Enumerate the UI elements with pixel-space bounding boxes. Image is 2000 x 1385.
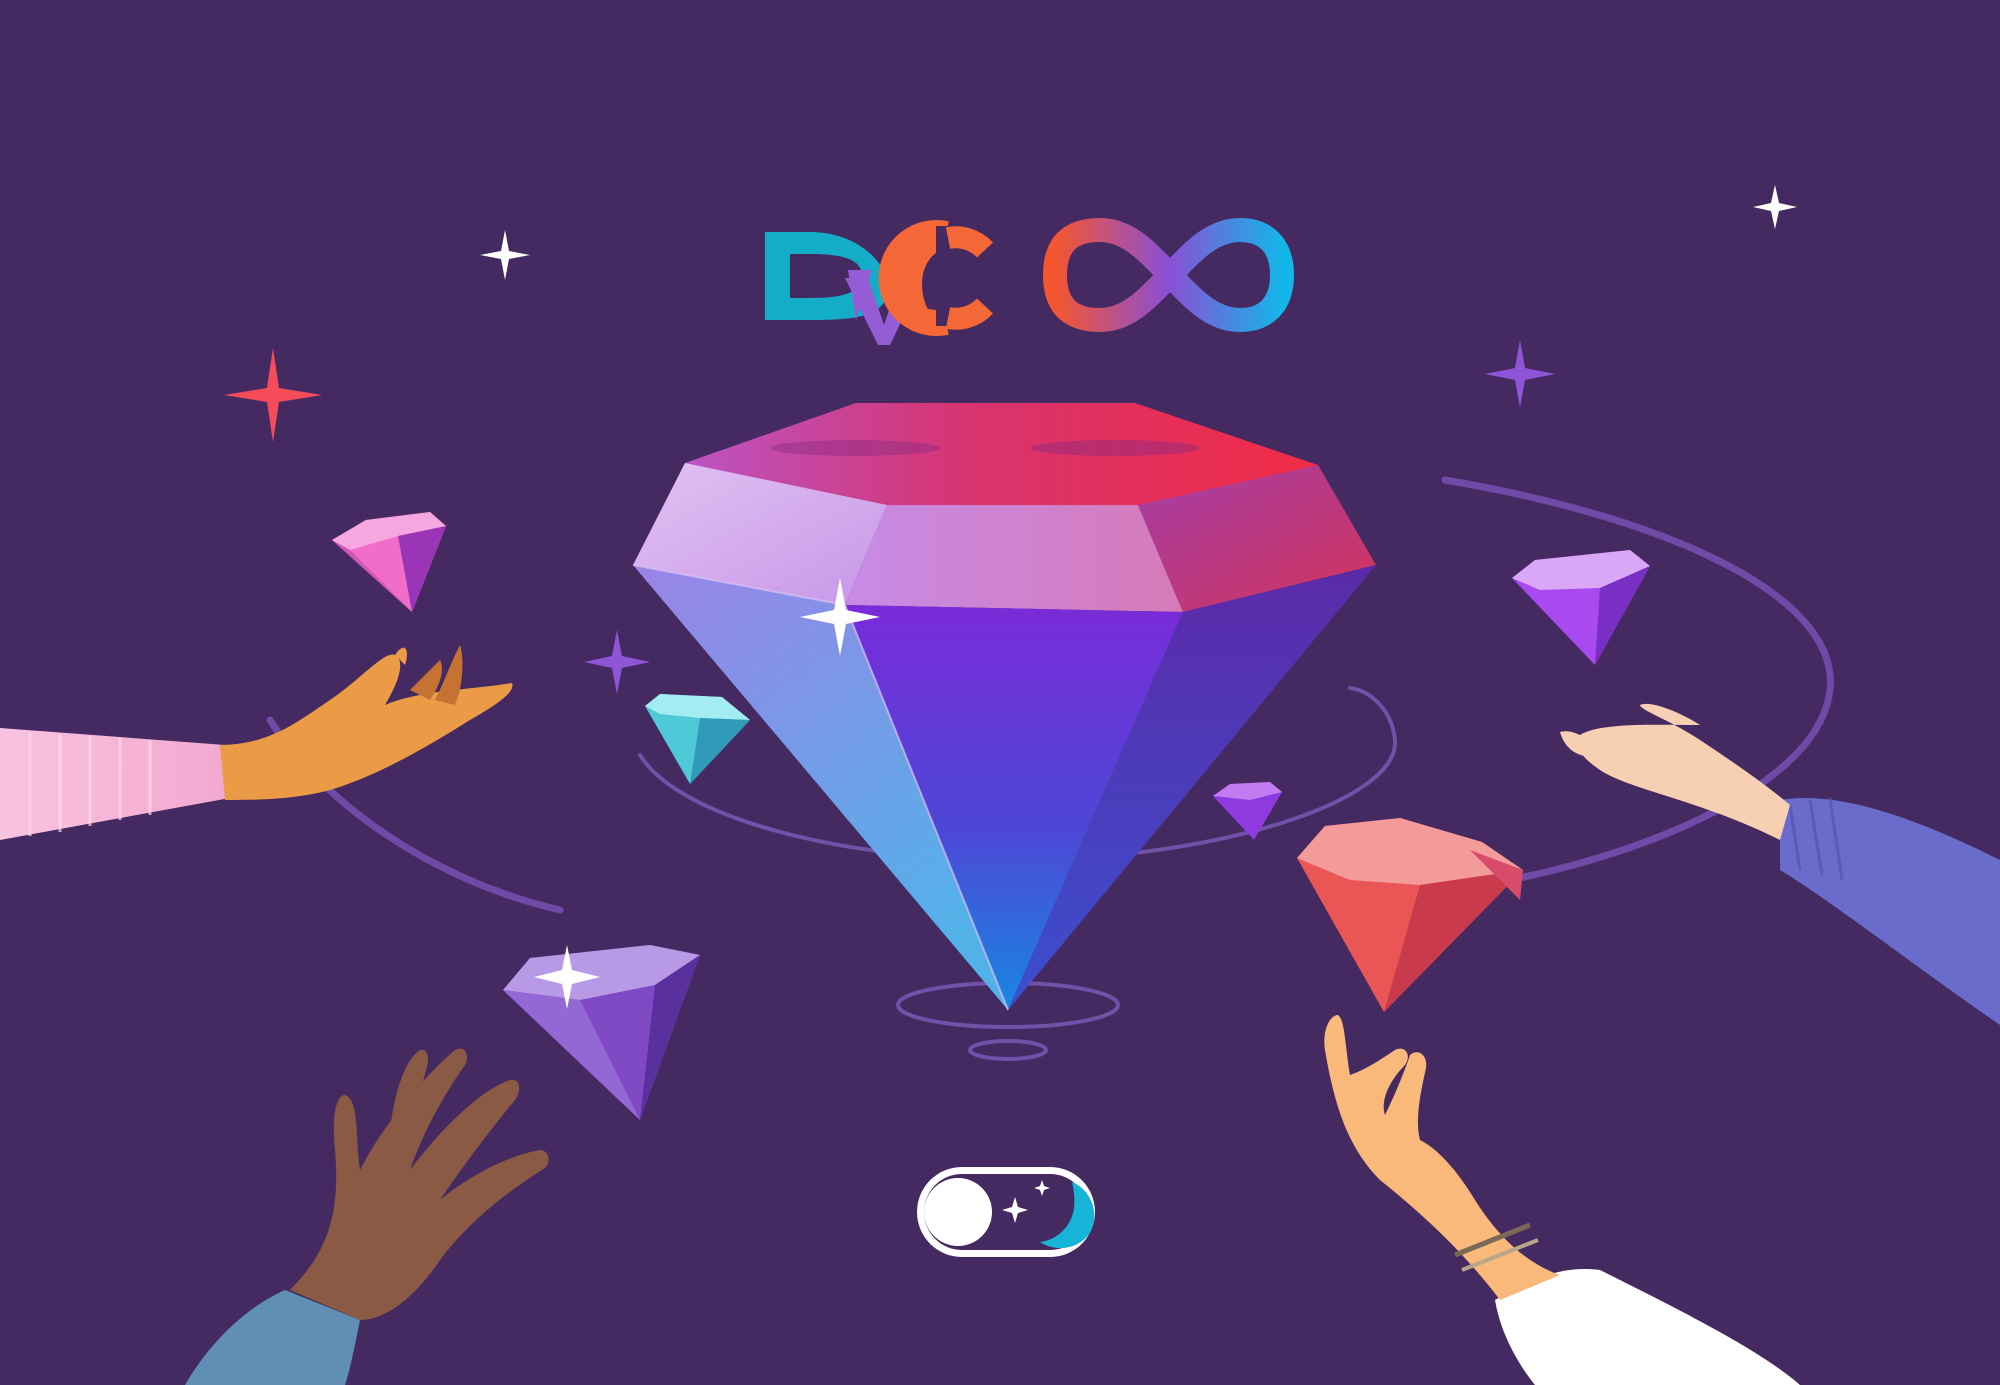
theme-toggle-switch[interactable] bbox=[917, 1167, 1095, 1257]
hand-bottom-left-brown bbox=[185, 1048, 549, 1385]
hand-bottom-right-white-sleeve bbox=[1324, 1015, 1800, 1385]
sparkle-icon bbox=[480, 230, 530, 280]
lavender-gem bbox=[503, 945, 700, 1120]
sparkle-icon bbox=[584, 630, 650, 694]
sparkle-icon bbox=[1753, 185, 1797, 229]
dvc-logo bbox=[765, 220, 994, 345]
small-purple-gem bbox=[1213, 782, 1282, 840]
hand-right-blue-sleeve bbox=[1560, 703, 2000, 1025]
infinity-logo bbox=[1043, 218, 1294, 332]
violet-gem-right bbox=[1512, 550, 1650, 665]
toggle-knob[interactable] bbox=[924, 1178, 992, 1246]
base-ring-small bbox=[968, 1039, 1048, 1061]
sparkle-icon bbox=[224, 348, 322, 442]
red-gem bbox=[1297, 818, 1523, 1012]
hand-left-pink-sleeve bbox=[0, 645, 513, 840]
large-diamond-gem bbox=[632, 403, 1376, 1011]
diamond-crown-mid bbox=[845, 505, 1183, 612]
illustration-scene bbox=[0, 185, 2000, 1385]
pink-gem bbox=[332, 512, 446, 612]
cyan-gem bbox=[645, 694, 750, 784]
sparkle-icon bbox=[1485, 340, 1555, 408]
